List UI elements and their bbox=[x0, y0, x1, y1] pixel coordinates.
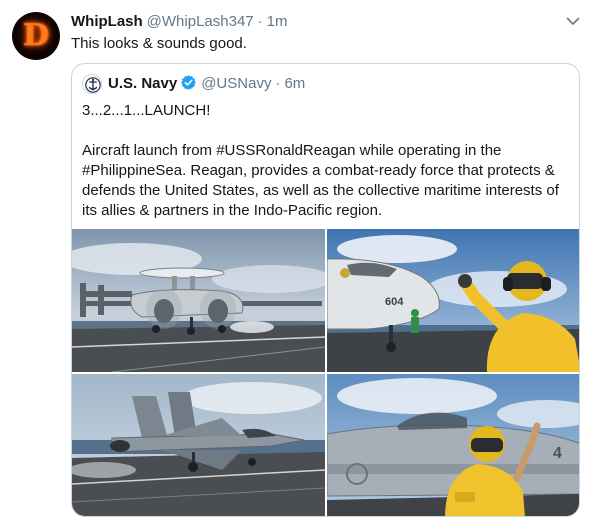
quoted-header: U.S. Navy @USNavy · 6m bbox=[108, 74, 305, 94]
verified-badge-icon bbox=[181, 75, 197, 90]
author-handle[interactable]: @WhipLash347 bbox=[147, 13, 254, 30]
quoted-text: 3...2...1...LAUNCH! Aircraft launch from… bbox=[82, 101, 572, 221]
quoted-author-handle[interactable]: @USNavy bbox=[201, 75, 271, 92]
author-name[interactable]: WhipLash bbox=[71, 13, 143, 30]
tweet-text: This looks & sounds good. bbox=[71, 35, 247, 52]
photo-grid: 604 4 bbox=[72, 229, 579, 516]
e2-hawkeye-launch-photo[interactable] bbox=[72, 229, 325, 372]
super-hornet-launch-photo[interactable] bbox=[72, 374, 325, 516]
separator-dot: · bbox=[275, 75, 281, 92]
tweet-header: WhipLash @WhipLash347 · 1m bbox=[71, 12, 287, 32]
quoted-text-headline: 3...2...1...LAUNCH! bbox=[82, 102, 211, 119]
shooter-signal-photo[interactable]: 604 bbox=[327, 229, 579, 372]
flight-deck-crew-photo[interactable]: 4 bbox=[327, 374, 579, 516]
separator-dot: · bbox=[257, 13, 263, 30]
aircraft-number: 604 bbox=[385, 296, 404, 308]
quoted-text-body: Aircraft launch from #USSRonaldReagan wh… bbox=[82, 142, 559, 219]
quoted-avatar[interactable] bbox=[82, 74, 102, 94]
avatar[interactable]: D bbox=[12, 12, 60, 60]
aircraft-number: 4 bbox=[553, 445, 562, 462]
quoted-author-name[interactable]: U.S. Navy bbox=[108, 75, 177, 92]
navy-emblem-icon bbox=[84, 76, 101, 93]
quoted-timestamp[interactable]: 6m bbox=[284, 75, 305, 92]
avatar-logo: D bbox=[22, 18, 49, 53]
chevron-down-icon[interactable] bbox=[564, 12, 582, 30]
quoted-tweet[interactable]: U.S. Navy @USNavy · 6m 3...2...1...LAUNCH!… bbox=[71, 63, 580, 517]
tweet-timestamp[interactable]: 1m bbox=[267, 13, 288, 30]
tweet[interactable]: D WhipLash @WhipLash347 · 1m This looks & s… bbox=[0, 0, 592, 524]
